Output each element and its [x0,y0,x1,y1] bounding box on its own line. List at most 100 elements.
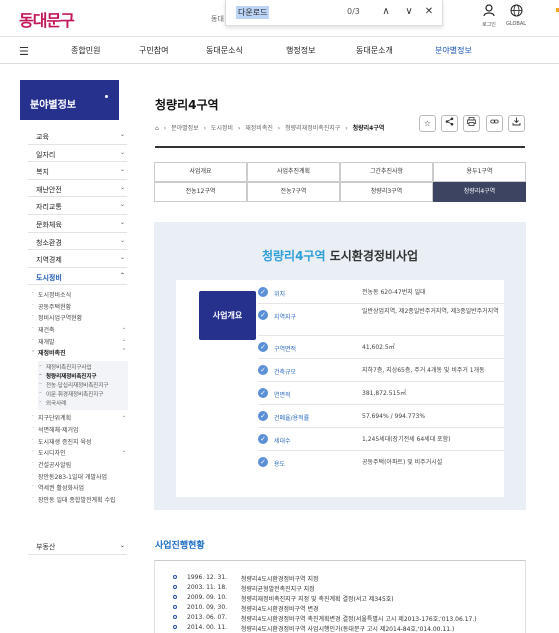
sidebar-item-culture[interactable]: 문화체육 ⌄ [28,215,127,233]
sidebar-submenu: 도시정비소식 공동주택현황 정비사업구역현황 재건축⌄ 재개발⌄ 재정비촉진⌃ … [32,290,128,507]
chevron-down-icon: ⌄ [119,542,125,549]
download-button[interactable] [508,115,525,132]
nav-item-news[interactable]: 동대문소식 [206,45,243,56]
find-input[interactable]: 다운로드 [236,6,270,19]
level3-item[interactable]: 전농·답십리재정비촉진지구 [38,381,128,390]
find-close-button[interactable]: ✕ [422,4,436,20]
print-button[interactable] [463,115,480,132]
sidebar-item-welfare[interactable]: 복지 ⌄ [28,162,127,180]
history-date: 2003. 11. 18. [187,584,228,591]
tab-overview[interactable]: 사업개요 [154,162,247,182]
sidebar-item-economy[interactable]: 지역경제 ⌄ [28,250,127,268]
sidebar-item-label: 지역경제 [36,256,62,265]
submenu-item[interactable]: 역세권 활성화사업 [32,483,128,495]
history-text: 청량리재정비촉진지구 지정 및 촉진계획 결정(서고 제345호) [241,596,394,603]
submenu-item[interactable]: 도시재생 증진지 육성 [32,437,128,449]
chevron-down-icon: ⌄ [119,183,125,191]
level3-item[interactable]: 이문·휘경재정비촉진지구 [38,390,128,399]
submenu-item-district-plan[interactable]: 지구단위계획 ⌄ [32,413,128,425]
info-value: 1,245세대(장기전세 64세대 포함) [362,436,451,443]
share-button[interactable] [441,115,458,132]
info-value: 381,872.515㎡ [362,390,407,397]
level3-item[interactable]: 외국사례 [38,399,128,408]
sidebar-item-urban[interactable]: 도시정비 ⌃ [28,268,127,286]
info-key: 연면적 [274,392,291,399]
submenu-item[interactable]: 도시정비소식 [32,290,128,302]
submenu-item-design[interactable]: 도시디자인 ⌄ [32,448,128,460]
submenu-item-renewal[interactable]: 재정비촉진 ⌃ [32,348,128,360]
tab-jeonnong12[interactable]: 전농12구역 [154,182,247,202]
info-row-scale: ✓ 건축규모 지하7층, 지상65층, 주거 4개동 및 비주거 1개동 [258,359,504,382]
chevron-down-icon: ⌄ [119,131,125,138]
submenu-level3: 재정비촉진지구사업 청량리재정비촉진지구 전농·답십리재정비촉진지구 이문·휘경… [38,361,128,411]
bullet-icon [173,625,177,629]
info-row-location: ✓ 위치 전농동 620-47번지 일대 [258,281,504,304]
level3-item-cheongnyangni[interactable]: 청량리재정비촉진지구 [38,372,128,381]
history-text: 청량리4도시환경정비구역 사업시행인가(동대문구 고시 제2014-84호,'0… [241,626,455,633]
find-next-button[interactable]: ∨ [402,4,416,20]
login-button[interactable]: 로그인 [475,4,503,28]
sidebar-item-traffic[interactable]: 자리교통 ⌄ [28,197,127,215]
nav-item-civil[interactable]: 종합민원 [71,45,100,56]
submenu-item[interactable]: 정비사업구역현황 [32,313,128,325]
hamburger-icon[interactable]: ☰ [19,45,29,58]
submenu-item-label: 재개발 [38,338,55,346]
sidebar-item-label: 일자리 [36,150,56,159]
submenu-item-label: 지구단위계획 [38,415,72,423]
tab-progress[interactable]: 그간추진사항 [340,162,433,182]
home-icon[interactable]: ⌂ [155,125,159,132]
sidebar-item-label: 도시정비 [36,273,62,282]
level3-item[interactable]: 재정비촉진지구사업 [38,363,128,372]
submenu-item-rebuild[interactable]: 재건축 ⌄ [32,325,128,337]
submenu-item[interactable]: 건설공사알림 [32,460,128,472]
submenu-item[interactable]: 장안동 일대 종합발전계획 수립 [32,495,128,507]
share-icon [445,117,454,128]
sidebar-item-safety[interactable]: 재난안전 ⌄ [28,180,127,198]
sidebar-item-environment[interactable]: 청소환경 ⌄ [28,233,127,251]
tab-jeonnong7[interactable]: 전농7구역 [247,182,340,202]
info-value: 57.694% / 994.773% [362,413,426,420]
nav-item-intro[interactable]: 동대문소개 [356,45,393,56]
sidebar-item-label: 부동산 [36,543,56,551]
history-date: 2013. 06. 07. [187,614,228,621]
breadcrumb-item[interactable]: 도시정비 [211,125,233,132]
sidebar-item-education[interactable]: 교육 ⌄ [28,127,127,145]
tab-cheongnyangni4[interactable]: 청량리4구역 [433,182,526,202]
submenu-item[interactable]: 석면해체·제거업 [32,425,128,437]
submenu-item[interactable]: 장안동283-1일대 개발사업 [32,472,128,484]
info-key: 용도 [274,461,286,468]
info-key: 세대수 [274,438,291,445]
info-row-ratio: ✓ 건폐율/용적률 57.694% / 994.773% [258,405,504,428]
bullet-icon [173,605,177,609]
chevron-down-icon: ⌄ [119,254,125,262]
tab-yongdu1[interactable]: 용두1구역 [433,162,526,182]
favorite-button[interactable]: ☆ [419,115,436,132]
print-icon [467,117,476,128]
nav-item-admin[interactable]: 행정정보 [286,45,315,56]
link-button[interactable] [486,115,503,132]
global-button[interactable]: GLOBAL [502,4,530,27]
find-prev-button[interactable]: ∧ [379,4,393,20]
chevron-up-icon: ⌃ [121,348,126,355]
nav-item-participation[interactable]: 구민참여 [139,45,168,56]
submenu-item[interactable]: 공동주택현황 [32,302,128,314]
breadcrumb-item[interactable]: 재정비촉진 [245,125,273,132]
bullet-icon [173,585,177,589]
info-value: 공동주택(아파트) 및 비주거시설 [362,459,443,466]
breadcrumb-item[interactable]: 분야별정보 [171,125,199,132]
site-logo[interactable]: 동대문구 [19,7,75,31]
site-header: 동대문구 동대 다운로드 0/3 ∧ ∨ ✕ 로그인 GLOBAL [0,0,559,37]
breadcrumb-current: 청량리4구역 [352,125,385,132]
tab-cheongnyangni3[interactable]: 청량리3구역 [340,182,433,202]
breadcrumb-item[interactable]: 청량리재정비촉진지구 [285,125,340,132]
submenu-item-redevelop[interactable]: 재개발 ⌄ [32,337,128,349]
nav-item-fields[interactable]: 분야별정보 [435,45,472,56]
tab-plan[interactable]: 사업추진계획 [247,162,340,182]
breadcrumb-separator: › [203,125,206,132]
info-value: 전농동 620-47번지 일대 [362,289,426,296]
history-text: 청량리4도시환경정비구역 촉진계획변경 결정(서울특별시 고시 제2013-17… [241,616,477,623]
header-search-text: 동대 [211,15,224,23]
sidebar-item-jobs[interactable]: 일자리 ⌄ [28,145,127,163]
sidebar-item-realestate[interactable]: 부동산 ⌄ [28,537,127,555]
info-key: 위치 [274,291,286,298]
